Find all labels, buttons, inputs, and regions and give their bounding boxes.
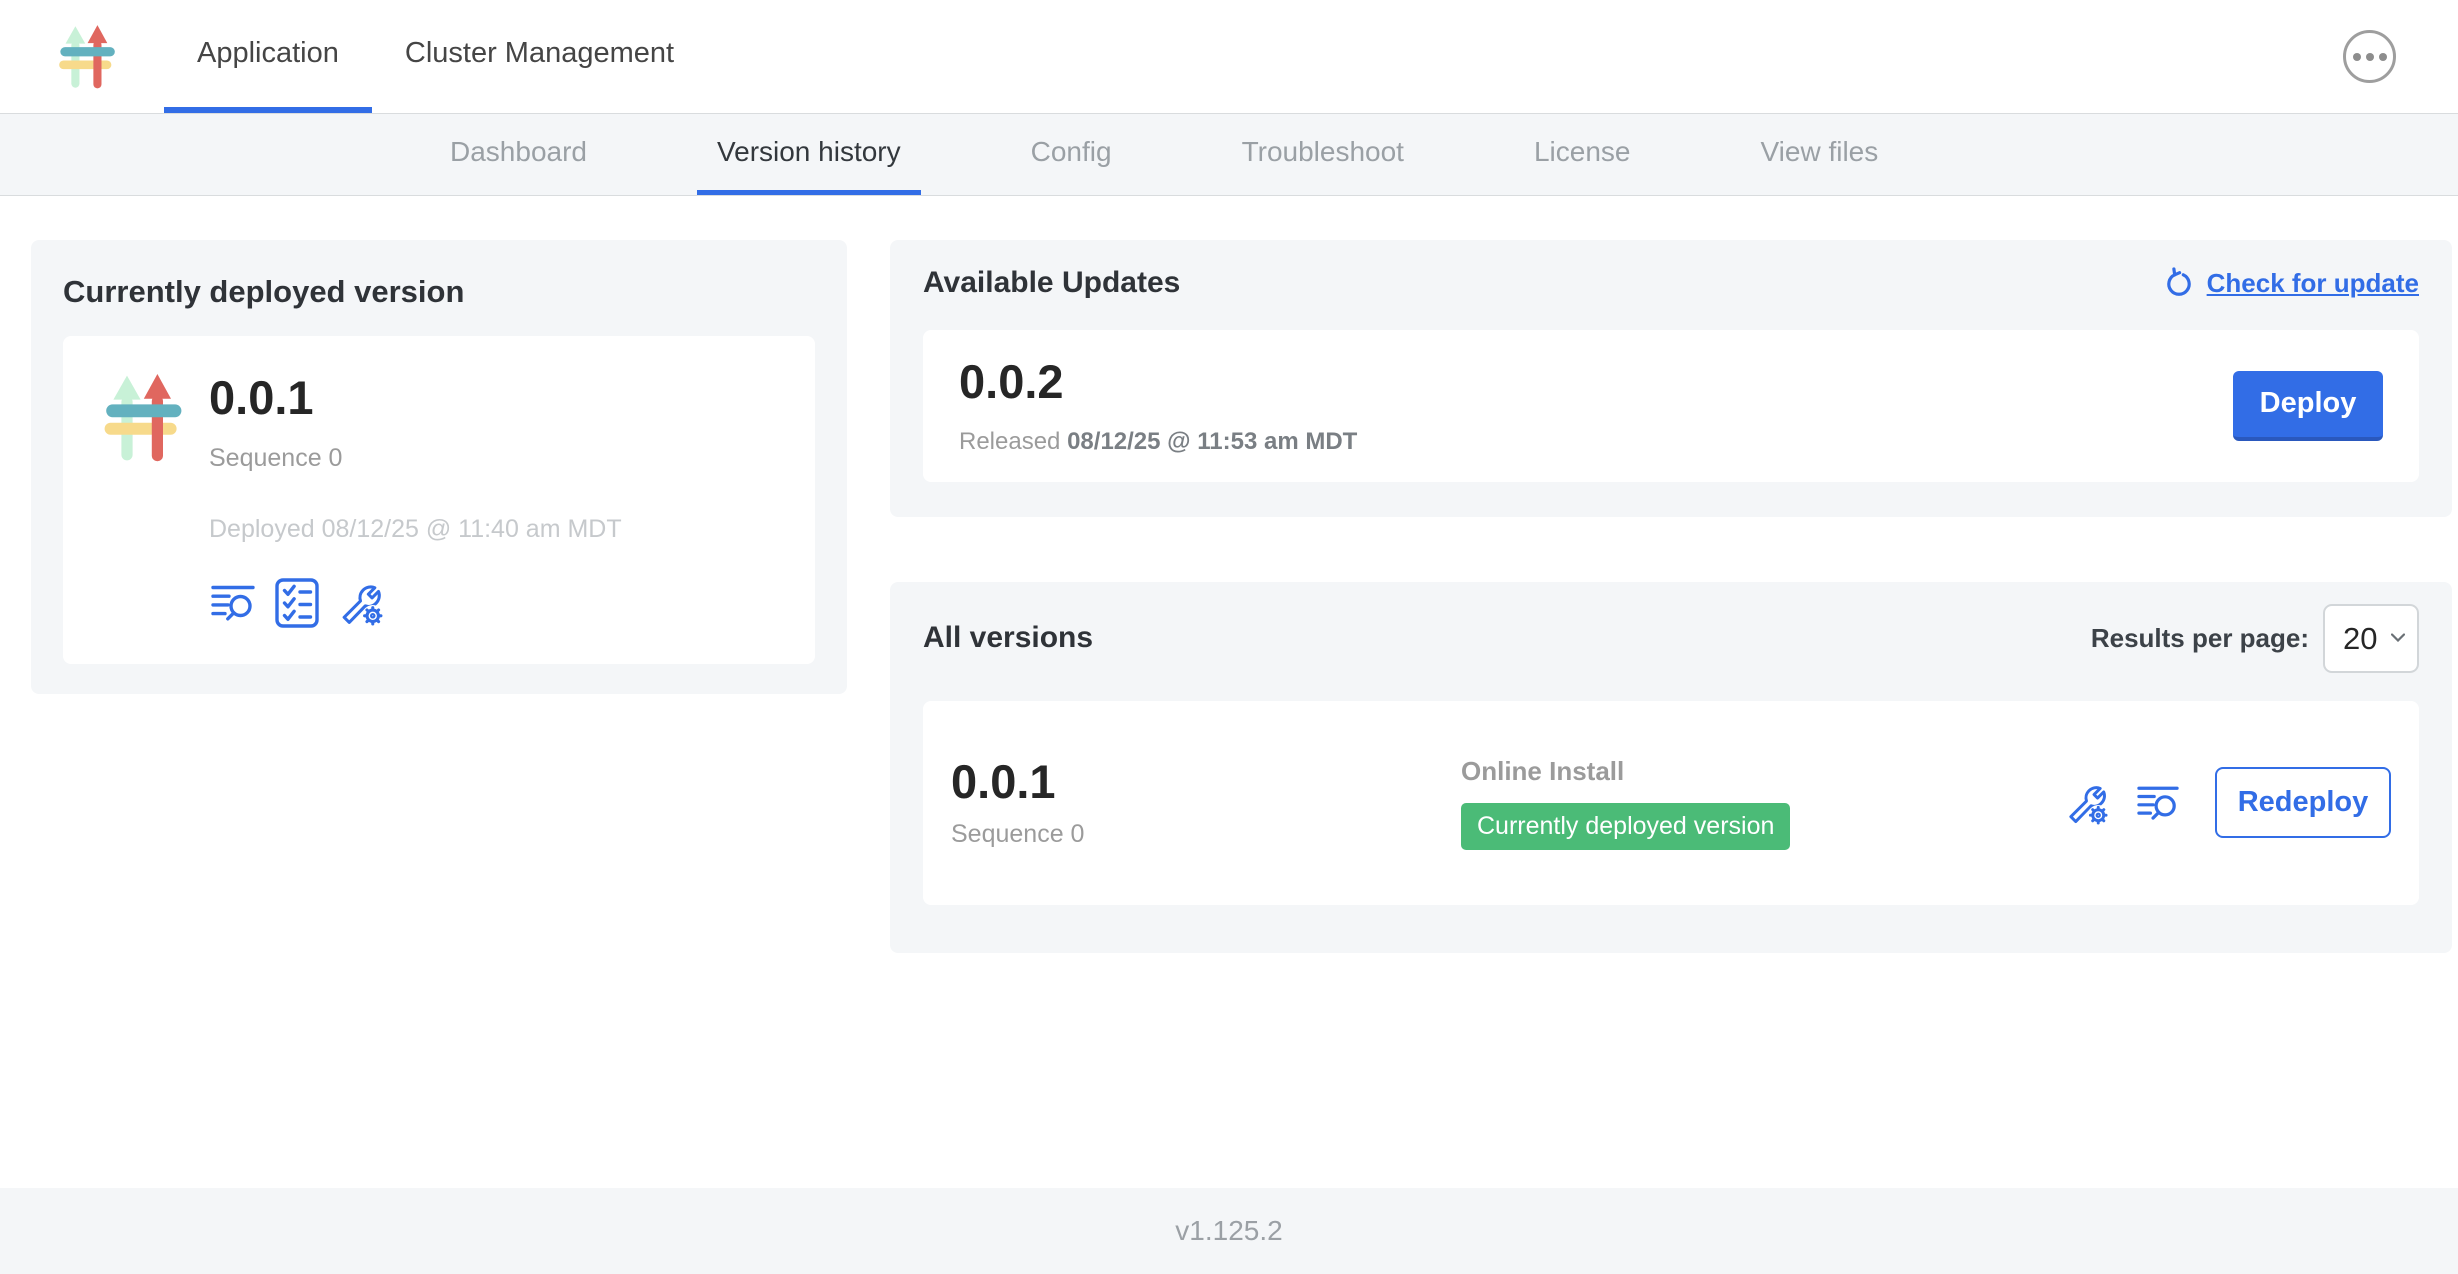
view-logs-icon[interactable] (209, 582, 257, 624)
deployed-version-number: 0.0.1 (209, 372, 622, 424)
install-type: Online Install (1461, 756, 1790, 787)
edit-config-icon[interactable] (337, 579, 384, 626)
all-versions-title: All versions (923, 621, 1093, 655)
currently-deployed-title: Currently deployed version (63, 274, 815, 310)
deploy-button[interactable]: Deploy (2233, 371, 2383, 441)
tab-version-history[interactable]: Version history (697, 114, 921, 195)
view-logs-icon[interactable] (2135, 783, 2181, 823)
refresh-icon (2162, 266, 2196, 300)
main-content: Currently deployed version 0.0.1 Sequenc… (0, 196, 2458, 1188)
preflight-checks-icon[interactable] (275, 578, 319, 628)
app-logo-icon (103, 372, 183, 464)
redeploy-button[interactable]: Redeploy (2215, 767, 2391, 838)
top-tab-cluster-management[interactable]: Cluster Management (372, 0, 707, 113)
row-sequence: Sequence 0 (951, 820, 1084, 849)
more-options-button[interactable] (2343, 30, 2396, 83)
check-for-update-link[interactable]: Check for update (2162, 266, 2419, 300)
all-versions-card: All versions Results per page: 20 0 (890, 582, 2452, 953)
right-column: Available Updates Check for update 0.0.2… (890, 240, 2452, 953)
top-tab-application[interactable]: Application (164, 0, 372, 113)
currently-deployed-badge: Currently deployed version (1461, 803, 1790, 850)
deployed-timestamp: Deployed 08/12/25 @ 11:40 am MDT (209, 515, 622, 544)
row-actions: Redeploy (2064, 767, 2391, 838)
app-logo-icon (58, 23, 116, 91)
deployed-version-actions (209, 578, 622, 628)
available-updates-title: Available Updates (923, 266, 1180, 300)
app-sub-nav: Dashboard Version history Config Trouble… (0, 113, 2458, 196)
edit-config-icon[interactable] (2064, 780, 2109, 825)
check-for-update-label: Check for update (2207, 268, 2419, 299)
tab-config[interactable]: Config (1011, 114, 1132, 195)
results-per-page-control: Results per page: 20 (2091, 604, 2419, 673)
released-prefix: Released (959, 428, 1067, 455)
results-per-page-label: Results per page: (2091, 623, 2309, 654)
results-per-page-select[interactable]: 20 (2323, 604, 2419, 673)
released-date: 08/12/25 @ 11:53 am MDT (1067, 428, 1357, 455)
tab-dashboard[interactable]: Dashboard (430, 114, 607, 195)
version-row: 0.0.1 Sequence 0 Online Install Currentl… (923, 701, 2419, 905)
console-version: v1.125.2 (1175, 1215, 1282, 1247)
currently-deployed-card: Currently deployed version 0.0.1 Sequenc… (31, 240, 847, 694)
row-version-number: 0.0.1 (951, 756, 1084, 808)
page-footer: v1.125.2 (0, 1188, 2458, 1274)
tab-view-files[interactable]: View files (1740, 114, 1898, 195)
top-nav: Application Cluster Management (0, 0, 2458, 113)
top-nav-tabs: Application Cluster Management (164, 0, 707, 113)
available-updates-card: Available Updates Check for update 0.0.2… (890, 240, 2452, 517)
update-version-number: 0.0.2 (959, 356, 1357, 408)
update-released-line: Released 08/12/25 @ 11:53 am MDT (959, 428, 1357, 456)
ellipsis-icon (2353, 53, 2361, 61)
tab-troubleshoot[interactable]: Troubleshoot (1222, 114, 1424, 195)
tab-license[interactable]: License (1514, 114, 1651, 195)
deployed-version-detail: 0.0.1 Sequence 0 Deployed 08/12/25 @ 11:… (63, 336, 815, 664)
deployed-sequence: Sequence 0 (209, 444, 622, 473)
update-row: 0.0.2 Released 08/12/25 @ 11:53 am MDT D… (923, 330, 2419, 482)
